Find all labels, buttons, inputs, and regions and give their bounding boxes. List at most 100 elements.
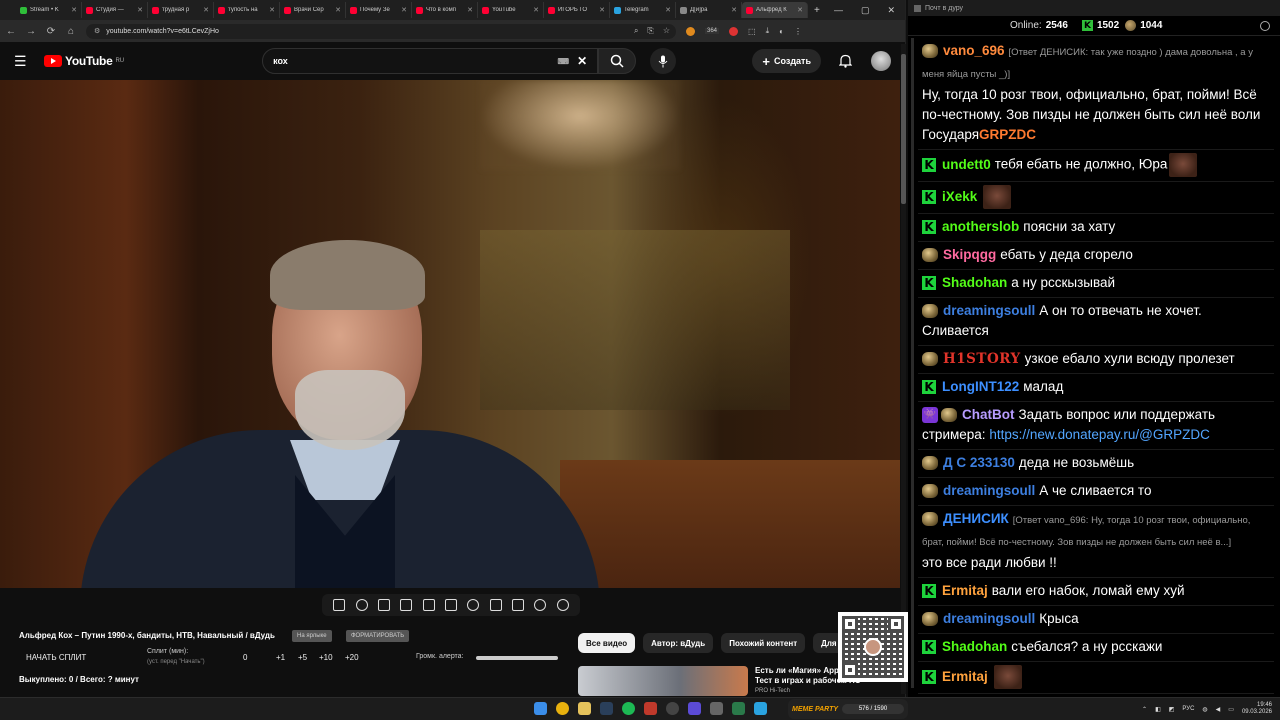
menu-dots-icon[interactable]: ⋮ xyxy=(794,27,802,36)
chat-username[interactable]: H1STORY xyxy=(943,351,1021,367)
tab-close-icon[interactable]: ✕ xyxy=(599,6,605,14)
volume-icon[interactable]: ◀ xyxy=(1216,706,1221,713)
files-icon[interactable] xyxy=(578,702,591,715)
broadcast-icon[interactable] xyxy=(355,599,368,611)
clear-search-icon[interactable]: ✕ xyxy=(577,54,587,68)
chat-username[interactable]: LongINT122 xyxy=(942,379,1019,394)
split-value-0[interactable]: 0 xyxy=(243,653,247,662)
split-plus-20[interactable]: +20 xyxy=(345,653,359,662)
start-icon[interactable] xyxy=(534,702,547,715)
url-field[interactable]: ⚙ youtube.com/watch?v=e6tLCevZjHo ⌕ ⎘ ☆ xyxy=(86,23,676,39)
app-red-icon[interactable] xyxy=(644,702,657,715)
search-input[interactable]: кох ⌨ ✕ xyxy=(262,48,599,74)
tab-close-icon[interactable]: ✕ xyxy=(71,6,77,14)
youtube-logo[interactable]: YouTube RU xyxy=(44,54,124,68)
chat-username[interactable]: dreamingsoull xyxy=(943,483,1035,498)
tab-close-icon[interactable]: ✕ xyxy=(401,6,407,14)
recommended-channel[interactable]: PRO Hi-Tech xyxy=(755,688,790,694)
obs-icon[interactable] xyxy=(666,702,679,715)
video-thumbnail[interactable] xyxy=(578,666,748,696)
battery-icon[interactable]: ▭ xyxy=(1228,706,1234,713)
tab-similar[interactable]: Похожий контент xyxy=(721,633,806,653)
reload-icon[interactable]: ⟳ xyxy=(46,26,56,37)
chat-username[interactable]: iXekk xyxy=(942,189,977,204)
zoom-icon[interactable]: ⌕ xyxy=(634,26,638,36)
loop-icon[interactable] xyxy=(333,599,346,611)
chat-username[interactable]: Shadohan xyxy=(942,639,1007,654)
browser-tab[interactable]: Студия — ✕ xyxy=(82,2,148,18)
chat-username[interactable]: anotherslob xyxy=(942,219,1019,234)
tab-close-icon[interactable]: ✕ xyxy=(665,6,671,14)
search-button[interactable] xyxy=(598,48,637,74)
tab-close-icon[interactable]: ✕ xyxy=(533,6,539,14)
flask-icon[interactable] xyxy=(534,599,547,611)
spotify-icon[interactable] xyxy=(622,702,635,715)
tab-author[interactable]: Автор: вДудь xyxy=(643,633,714,653)
forward-icon[interactable]: → xyxy=(26,26,36,37)
chat-username[interactable]: Shadohan xyxy=(942,275,1007,290)
network-icon[interactable]: ◍ xyxy=(1202,706,1207,713)
tab-close-icon[interactable]: ✕ xyxy=(467,6,473,14)
avatar[interactable] xyxy=(871,51,891,71)
shortcut-chip[interactable]: На ярлыке xyxy=(292,630,332,642)
tray-app2-icon[interactable]: ◩ xyxy=(1169,706,1175,713)
tab-close-icon[interactable]: ✕ xyxy=(269,6,275,14)
telegram-icon[interactable] xyxy=(754,702,767,715)
tab-close-icon[interactable]: ✕ xyxy=(797,6,803,14)
new-tab-button[interactable]: + xyxy=(814,5,820,16)
translate-icon[interactable]: ⎘ xyxy=(647,26,653,36)
recommended-video[interactable]: Есть ли «Магия» Apple? Тест в играх и ра… xyxy=(578,664,878,696)
profile-icon[interactable]: ◐ xyxy=(779,27,784,36)
alert-volume-slider[interactable] xyxy=(476,656,558,660)
page-scrollbar[interactable] xyxy=(901,44,906,694)
start-split-button[interactable]: НАЧАТЬ СПЛИТ xyxy=(26,653,86,662)
app-gray-icon[interactable] xyxy=(710,702,723,715)
browser-tab[interactable]: Telegram ✕ xyxy=(610,2,676,18)
browser-tab[interactable]: Врачи Сер ✕ xyxy=(280,2,346,18)
chat-username[interactable]: Skipqgg xyxy=(943,247,996,262)
chat-username[interactable]: Ermitaj xyxy=(942,669,988,684)
settings-gear-icon[interactable] xyxy=(556,599,569,611)
maximize-icon[interactable]: ▢ xyxy=(861,5,870,16)
tab-close-icon[interactable]: ✕ xyxy=(137,6,143,14)
chat-username[interactable]: undett0 xyxy=(942,157,991,172)
donate-link[interactable]: https://new.donatepay.ru/@GRPZDC xyxy=(989,427,1210,442)
voice-search-button[interactable] xyxy=(650,48,677,74)
split-plus-5[interactable]: +5 xyxy=(298,653,307,662)
format-chip[interactable]: ФОРМАТИРОВАТЬ xyxy=(346,630,410,642)
chat-username[interactable]: dreamingsoull xyxy=(943,611,1035,626)
split-plus-10[interactable]: +10 xyxy=(319,653,333,662)
steam-icon[interactable] xyxy=(600,702,613,715)
picture-in-picture-icon[interactable] xyxy=(422,599,435,611)
browser-tab[interactable]: Альфред К ✕ xyxy=(742,2,808,18)
add-frame-icon[interactable] xyxy=(489,599,502,611)
browser-tab[interactable]: Stream • K ✕ xyxy=(16,2,82,18)
camera-icon[interactable] xyxy=(512,599,525,611)
split-plus-1[interactable]: +1 xyxy=(276,653,285,662)
app-green-icon[interactable] xyxy=(732,702,745,715)
chat-settings-icon[interactable] xyxy=(1260,21,1270,31)
video-player[interactable] xyxy=(0,80,900,588)
subtitles-icon[interactable] xyxy=(444,599,457,611)
chat-username[interactable]: dreamingsoull xyxy=(943,303,1035,318)
chat-username[interactable]: vano_696 xyxy=(943,43,1005,58)
tab-all-videos[interactable]: Все видео xyxy=(578,633,636,653)
media-icon[interactable] xyxy=(688,702,701,715)
home-icon[interactable]: ⌂ xyxy=(66,26,76,37)
browser-tab[interactable]: Что в комп ✕ xyxy=(412,2,478,18)
film-icon[interactable] xyxy=(400,599,413,611)
tray-chevron-icon[interactable]: ⌃ xyxy=(1142,706,1147,713)
close-icon[interactable]: ✕ xyxy=(887,5,895,16)
language-indicator[interactable]: РУС xyxy=(1182,706,1194,712)
minimize-icon[interactable]: — xyxy=(834,5,843,16)
create-button[interactable]: + Создать xyxy=(752,49,821,73)
extensions-puzzle-icon[interactable]: ⬚ xyxy=(748,27,756,36)
chrome-icon[interactable] xyxy=(556,702,569,715)
tab-close-icon[interactable]: ✕ xyxy=(335,6,341,14)
tab-close-icon[interactable]: ✕ xyxy=(203,6,209,14)
chat-username[interactable]: Ermitaj xyxy=(942,583,988,598)
screenshot-eye-icon[interactable] xyxy=(377,599,390,611)
clock[interactable]: 19:46 09.03.2026 xyxy=(1242,702,1272,716)
browser-tab[interactable]: трудная р ✕ xyxy=(148,2,214,18)
site-info-icon[interactable]: ⚙ xyxy=(94,27,100,35)
